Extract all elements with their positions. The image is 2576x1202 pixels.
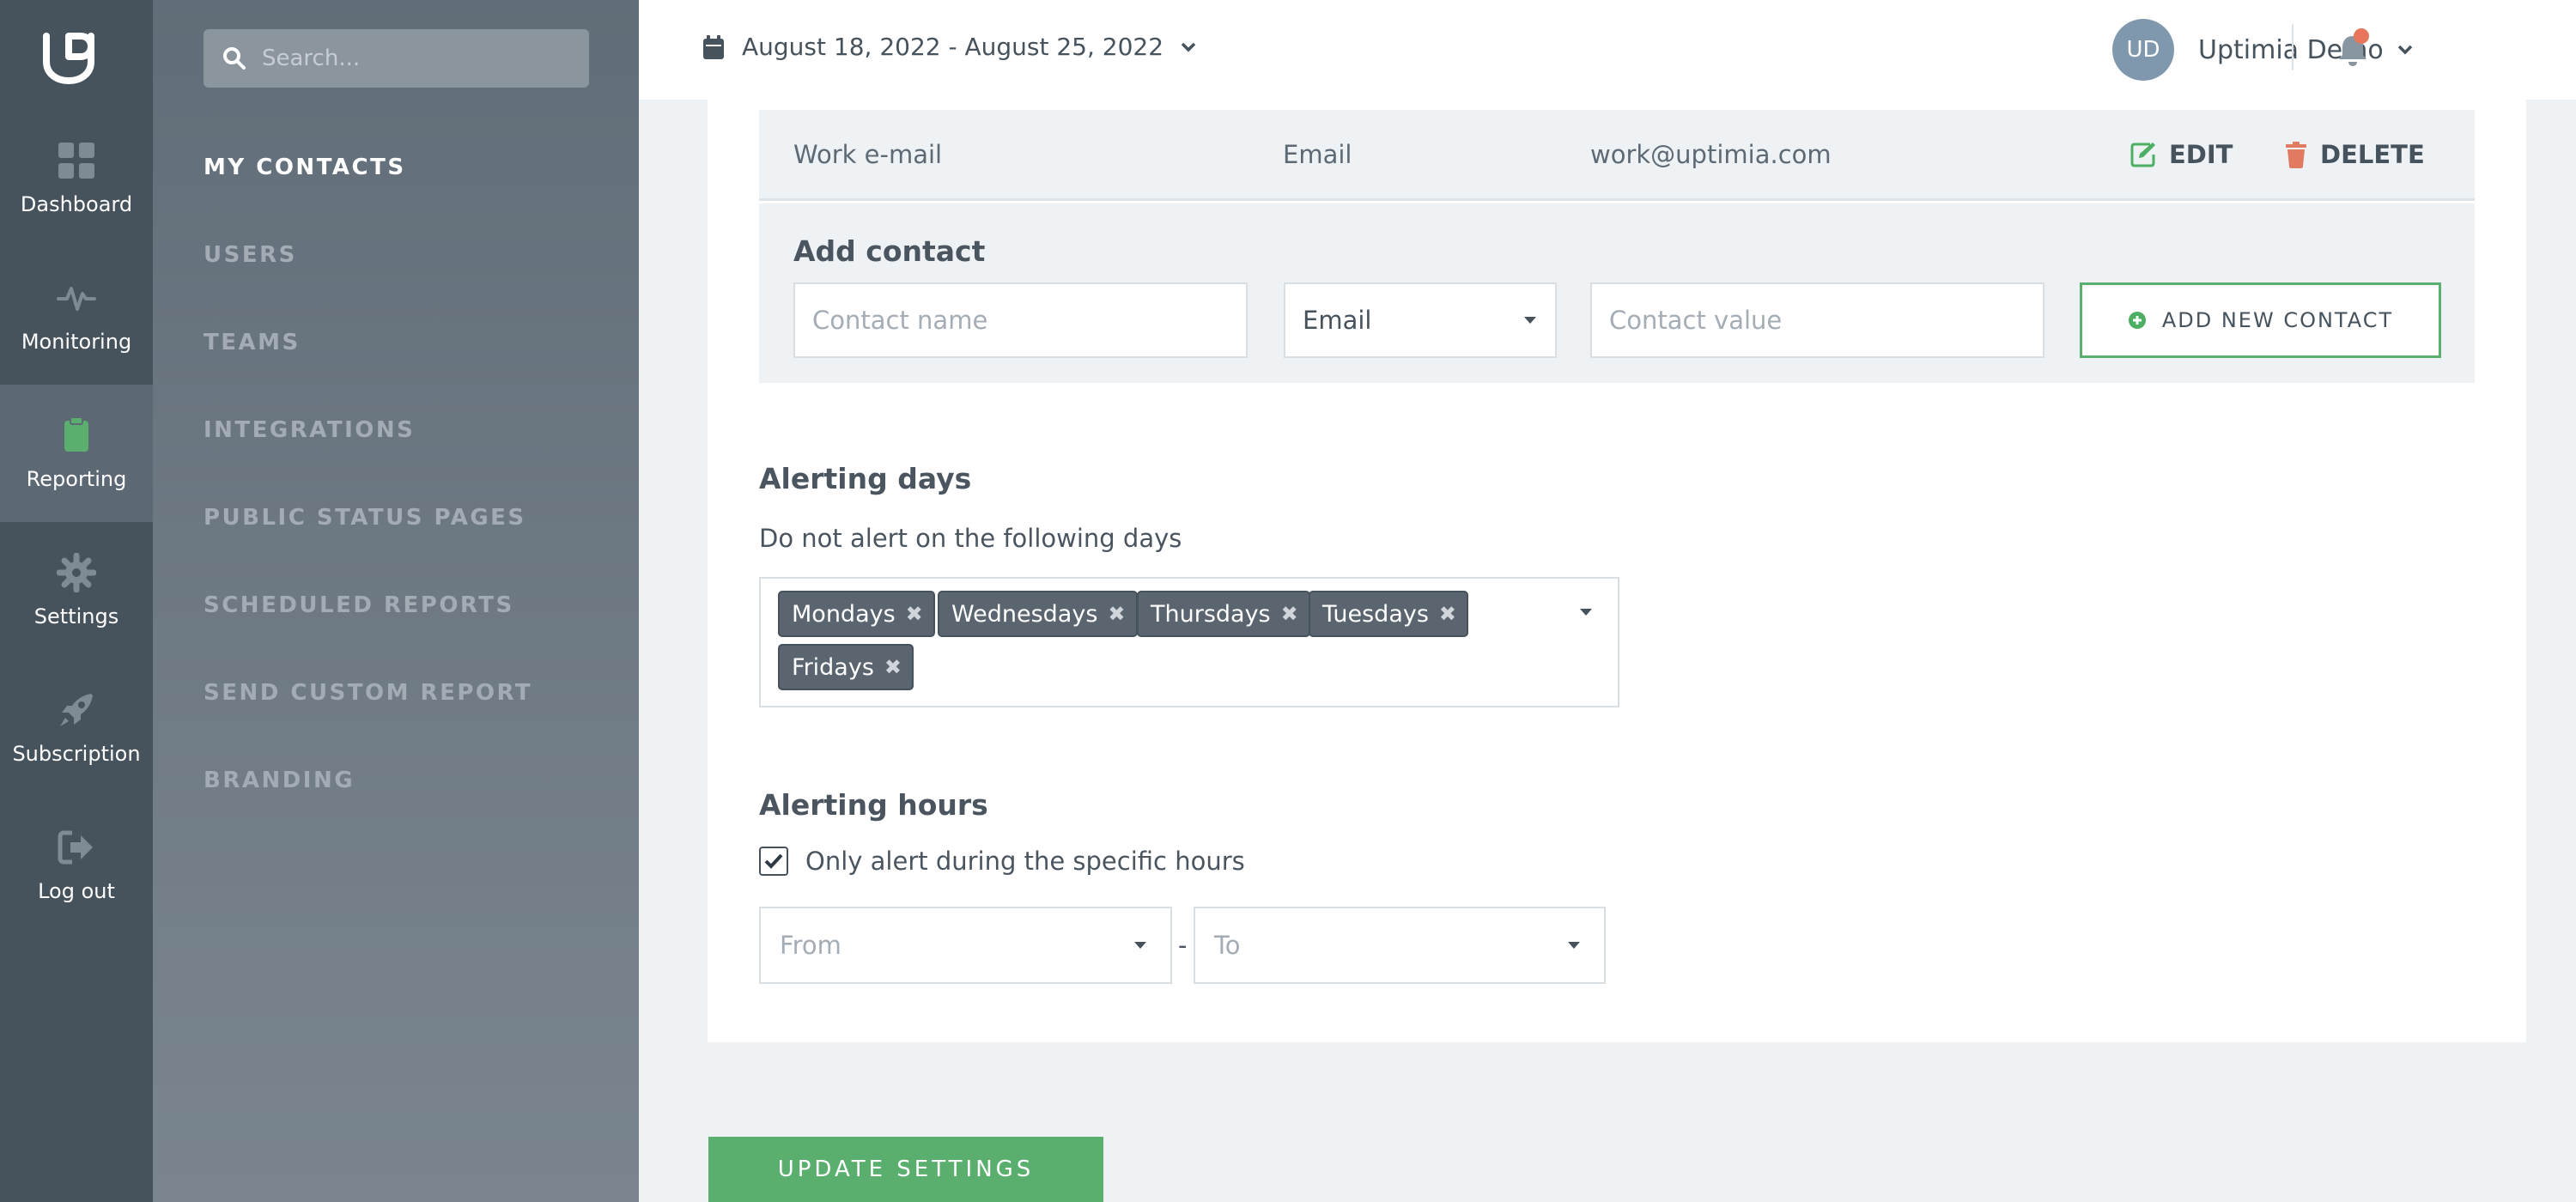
add-contact-form: Add contact Email ADD NEW CONTACT [759, 203, 2475, 383]
submenu-item-branding[interactable]: BRANDING [204, 768, 355, 793]
remove-tag-icon[interactable]: ✖ [884, 655, 902, 679]
checkmark-icon [764, 853, 783, 869]
nav-label: Dashboard [20, 192, 133, 216]
nav-item-monitoring[interactable]: Monitoring [0, 247, 153, 385]
caret-down-icon [1134, 942, 1146, 949]
search-icon [223, 47, 246, 70]
user-name-dropdown[interactable]: Uptimia Demo [2198, 35, 2413, 65]
update-settings-button[interactable]: UPDATE SETTINGS [708, 1137, 1103, 1202]
add-new-contact-button[interactable]: ADD NEW CONTACT [2080, 282, 2441, 358]
gear-icon [57, 553, 96, 592]
submenu-item-my-contacts[interactable]: MY CONTACTS [204, 155, 406, 180]
nav-label: Reporting [26, 467, 127, 491]
nav-item-logout[interactable]: Log out [0, 797, 153, 934]
table-row: Work e-mail Email work@uptimia.com EDIT … [759, 110, 2475, 201]
nav-label: Settings [33, 604, 119, 628]
to-hour-select[interactable]: To [1194, 907, 1606, 984]
search-input[interactable] [262, 46, 571, 71]
search-box[interactable] [204, 29, 589, 88]
from-hour-placeholder: From [780, 931, 841, 960]
remove-tag-icon[interactable]: ✖ [1108, 602, 1125, 626]
remove-tag-icon[interactable]: ✖ [1439, 602, 1456, 626]
top-bar: August 18, 2022 - August 25, 2022 UD Upt… [639, 0, 2576, 100]
caret-down-icon [1568, 942, 1580, 949]
delete-button[interactable]: DELETE [2284, 140, 2425, 169]
contact-type-select[interactable]: Email [1284, 282, 1557, 358]
contact-type: Email [1283, 139, 1352, 169]
caret-down-icon [1524, 317, 1536, 324]
date-range-text: August 18, 2022 - August 25, 2022 [742, 33, 1164, 61]
contact-value-field[interactable] [1590, 282, 2044, 358]
date-range-picker[interactable]: August 18, 2022 - August 25, 2022 [702, 33, 1196, 61]
settings-submenu: MY CONTACTS USERS TEAMS INTEGRATIONS PUB… [153, 0, 639, 1202]
nav-label: Log out [38, 879, 115, 903]
alerting-hours-title: Alerting hours [759, 788, 988, 822]
pulse-icon [57, 287, 96, 311]
chevron-down-icon [2397, 45, 2412, 55]
edit-icon [2130, 142, 2155, 167]
remove-tag-icon[interactable]: ✖ [1281, 602, 1298, 626]
logout-icon [58, 830, 93, 865]
tag-label: Mondays [792, 600, 896, 628]
day-tag-thursdays[interactable]: Thursdays ✖ [1137, 591, 1310, 637]
submenu-item-public-status-pages[interactable]: PUBLIC STATUS PAGES [204, 505, 526, 531]
add-contact-title: Add contact [793, 234, 986, 268]
main-nav: Dashboard Monitoring Reporting Settings … [0, 0, 153, 1202]
clipboard-icon [64, 416, 88, 452]
nav-label: Subscription [12, 742, 141, 766]
tag-label: Wednesdays [951, 600, 1098, 628]
day-tag-tuesdays[interactable]: Tuesdays ✖ [1309, 591, 1469, 637]
contact-type-value: Email [1303, 306, 1372, 335]
edit-button[interactable]: EDIT [2129, 140, 2233, 169]
submenu-item-scheduled-reports[interactable]: SCHEDULED REPORTS [204, 592, 514, 618]
notification-badge [2354, 28, 2369, 44]
submenu-item-integrations[interactable]: INTEGRATIONS [204, 417, 415, 443]
rocket-icon [60, 694, 93, 726]
remove-tag-icon[interactable]: ✖ [906, 602, 923, 626]
submenu-item-teams[interactable]: TEAMS [204, 330, 301, 355]
specific-hours-label: Only alert during the specific hours [805, 847, 1245, 876]
specific-hours-option[interactable]: Only alert during the specific hours [759, 847, 1245, 876]
dashboard-icon [58, 143, 94, 179]
plus-circle-icon [2128, 312, 2146, 329]
submenu-item-send-custom-report[interactable]: SEND CUSTOM REPORT [204, 680, 532, 706]
nav-item-reporting[interactable]: Reporting [0, 385, 153, 522]
from-hour-select[interactable]: From [759, 907, 1172, 984]
day-tag-mondays[interactable]: Mondays ✖ [778, 591, 935, 637]
tag-label: Thursdays [1151, 600, 1271, 628]
trash-icon [2286, 141, 2306, 168]
contacts-settings-card: Work e-mail Email work@uptimia.com EDIT … [708, 100, 2526, 1042]
edit-label: EDIT [2169, 139, 2233, 169]
alerting-days-title: Alerting days [759, 462, 972, 495]
nav-item-settings[interactable]: Settings [0, 522, 153, 659]
submenu-item-users[interactable]: USERS [204, 242, 297, 268]
hours-separator: - [1178, 931, 1188, 960]
specific-hours-checkbox[interactable] [759, 847, 788, 876]
avatar: UD [2112, 19, 2174, 81]
contact-name-field[interactable] [793, 282, 1248, 358]
nav-item-dashboard[interactable]: Dashboard [0, 110, 153, 247]
calendar-icon [703, 34, 724, 59]
nav-label: Monitoring [21, 330, 132, 354]
notification-bell-icon[interactable] [2332, 27, 2373, 69]
tag-label: Fridays [792, 653, 874, 681]
contact-name: Work e-mail [793, 139, 943, 169]
to-hour-placeholder: To [1214, 931, 1241, 960]
tag-label: Tuesdays [1322, 600, 1429, 628]
caret-down-icon[interactable] [1578, 608, 1594, 616]
contact-value: work@uptimia.com [1590, 139, 1832, 169]
nav-item-subscription[interactable]: Subscription [0, 659, 153, 797]
day-tag-fridays[interactable]: Fridays ✖ [778, 644, 914, 690]
contact-name-input[interactable] [812, 306, 1229, 335]
contact-value-input[interactable] [1609, 306, 2026, 335]
chevron-down-icon [1181, 42, 1196, 52]
alerting-days-multiselect[interactable]: Mondays ✖ Wednesdays ✖ Thursdays ✖ Tuesdays… [759, 577, 1619, 707]
divider [2292, 24, 2293, 70]
delete-label: DELETE [2320, 139, 2425, 169]
uptimia-logo-icon[interactable] [38, 31, 100, 86]
add-new-contact-label: ADD NEW CONTACT [2161, 308, 2394, 332]
alerting-days-subtitle: Do not alert on the following days [759, 524, 1182, 553]
day-tag-wednesdays[interactable]: Wednesdays ✖ [938, 591, 1138, 637]
